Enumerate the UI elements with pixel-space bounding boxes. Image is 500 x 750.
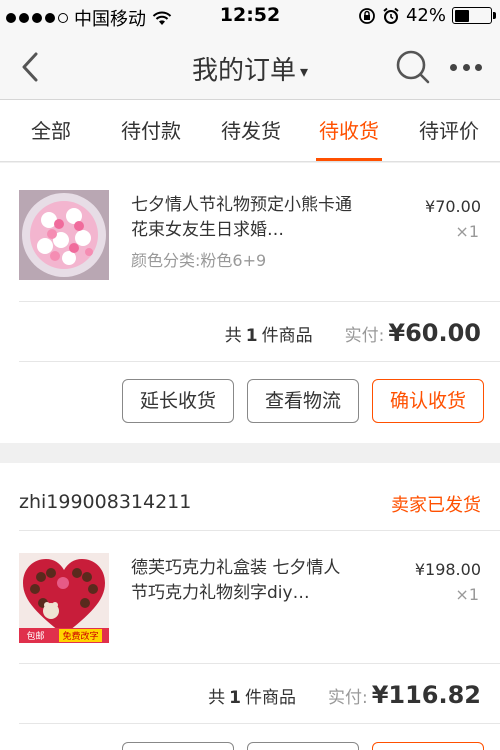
- nav-bar: 我的订单 ▾: [0, 33, 500, 100]
- summary-suffix: 件商品: [261, 326, 313, 346]
- tab-pending-shipment[interactable]: 待发货: [212, 100, 290, 162]
- alarm-icon: [383, 7, 399, 24]
- tab-pending-review[interactable]: 待评价: [410, 100, 488, 162]
- shop-name[interactable]: zhi199008314211: [19, 491, 191, 513]
- view-logistics-button[interactable]: 查看物流: [247, 379, 359, 423]
- divider: [19, 361, 500, 362]
- battery-icon: [452, 7, 496, 24]
- summary-prefix: 共: [208, 688, 226, 708]
- product-price: ¥198.00: [414, 560, 481, 579]
- order-summary: 共 1 件商品 实付: ¥116.82: [208, 681, 481, 709]
- item-count: 1: [229, 688, 241, 708]
- order-card: zhi199008314211 卖家已发货 包邮 免费改字 德芙巧克力礼盒装 七…: [0, 463, 500, 750]
- product-title[interactable]: 德芙巧克力礼盒装 七夕情人节巧克力礼物刻字diy…: [131, 556, 356, 606]
- extend-receipt-button[interactable]: 延长收货: [122, 379, 234, 423]
- tab-pending-payment[interactable]: 待付款: [112, 100, 190, 162]
- product-quantity: ×1: [455, 222, 479, 241]
- free-engraving-badge: 免费改字: [59, 629, 102, 642]
- divider: [19, 301, 500, 302]
- order-card: 七夕情人节礼物预定小熊卡通花束女友生日求婚… 颜色分类:粉色6+9 ¥70.00…: [0, 163, 500, 443]
- paid-label: 实付:: [327, 688, 368, 708]
- order-status: 卖家已发货: [391, 495, 481, 516]
- more-icon[interactable]: [450, 60, 482, 74]
- item-count: 1: [245, 326, 258, 346]
- paid-amount: ¥60.00: [388, 319, 481, 347]
- product-thumbnail[interactable]: [19, 190, 109, 280]
- bear-bouquet-image: [19, 190, 109, 280]
- tab-all[interactable]: 全部: [18, 100, 84, 162]
- divider: [19, 530, 500, 531]
- promo-banner: 包邮 免费改字: [19, 628, 109, 643]
- search-icon[interactable]: [394, 48, 432, 86]
- order-tabs: 全部 待付款 待发货 待收货 待评价: [0, 100, 500, 162]
- status-bar: 中国移动 12:52 42%: [0, 0, 500, 33]
- product-title[interactable]: 七夕情人节礼物预定小熊卡通花束女友生日求婚…: [131, 193, 356, 243]
- extend-receipt-button[interactable]: [122, 742, 234, 750]
- paid-amount: ¥116.82: [371, 681, 481, 709]
- confirm-receipt-button[interactable]: 确认收货: [372, 379, 484, 423]
- summary-suffix: 件商品: [244, 688, 296, 708]
- tab-pending-receipt[interactable]: 待收货: [310, 100, 388, 162]
- paid-label: 实付:: [344, 326, 385, 346]
- confirm-receipt-button[interactable]: [372, 742, 484, 750]
- rotation-lock-icon: [359, 7, 375, 24]
- divider: [19, 663, 500, 664]
- order-summary: 共 1 件商品 实付: ¥60.00: [225, 319, 481, 347]
- product-spec: 颜色分类:粉色6+9: [131, 251, 267, 270]
- page-title-text: 我的订单: [191, 56, 296, 86]
- free-shipping-badge: 包邮: [26, 632, 45, 642]
- product-quantity: ×1: [455, 585, 479, 604]
- product-price: ¥70.00: [425, 197, 481, 216]
- product-thumbnail[interactable]: 包邮 免费改字: [19, 553, 109, 643]
- active-tab-indicator: [316, 158, 382, 161]
- summary-prefix: 共: [224, 326, 242, 346]
- battery-percent: 42%: [405, 5, 446, 26]
- divider: [19, 723, 500, 724]
- view-logistics-button[interactable]: [247, 742, 359, 750]
- chevron-down-icon: ▾: [299, 62, 309, 81]
